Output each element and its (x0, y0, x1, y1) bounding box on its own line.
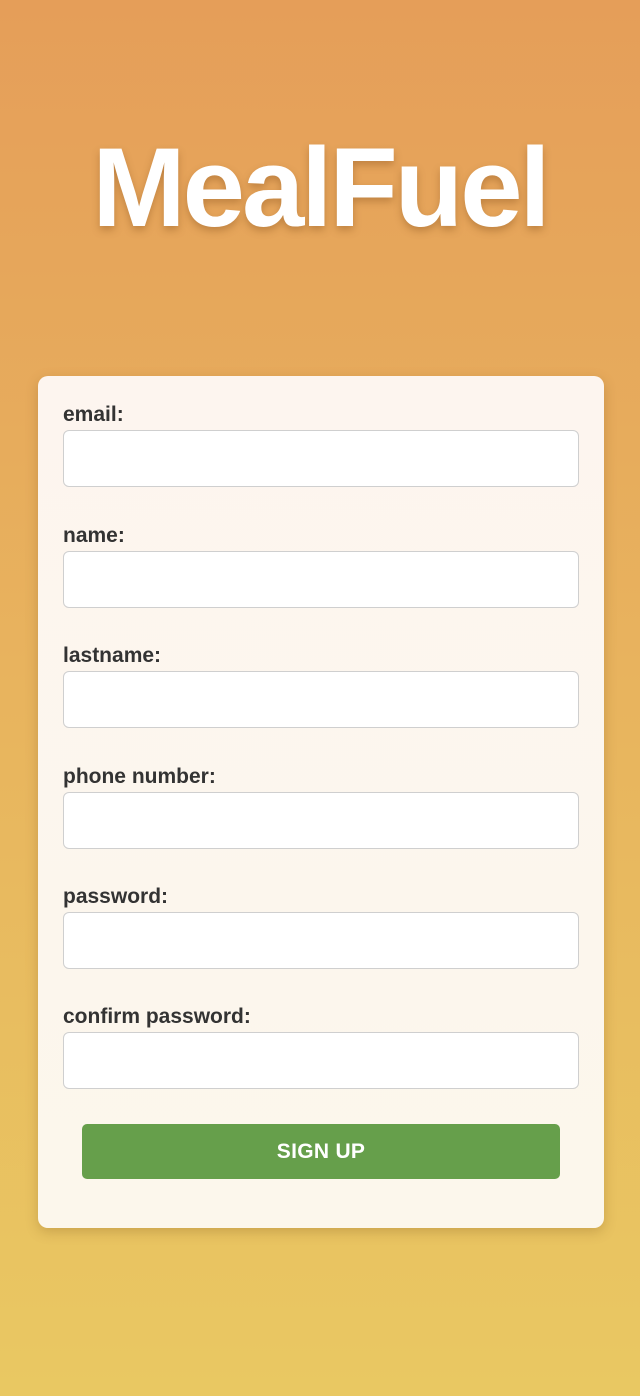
signup-form: email: name: lastname: phone number: pas… (38, 376, 604, 1228)
app-title: MealFuel (92, 125, 550, 250)
password-input[interactable] (63, 912, 579, 969)
sign-up-button[interactable]: SIGN UP (82, 1124, 560, 1179)
confirm-password-label: confirm password: (63, 1005, 251, 1028)
email-field-group: email: (63, 403, 579, 487)
email-input[interactable] (63, 430, 579, 487)
confirm-password-input[interactable] (63, 1032, 579, 1089)
confirm-password-field-group: confirm password: (63, 1005, 579, 1089)
password-label: password: (63, 885, 169, 908)
lastname-input[interactable] (63, 671, 579, 728)
lastname-label: lastname: (63, 644, 162, 667)
phone-number-label: phone number: (63, 765, 216, 788)
phone-field-group: phone number: (63, 765, 579, 849)
name-field-group: name: (63, 524, 579, 608)
name-label: name: (63, 524, 125, 547)
phone-number-input[interactable] (63, 792, 579, 849)
lastname-field-group: lastname: (63, 644, 579, 728)
name-input[interactable] (63, 551, 579, 608)
password-field-group: password: (63, 885, 579, 969)
email-label: email: (63, 403, 124, 426)
